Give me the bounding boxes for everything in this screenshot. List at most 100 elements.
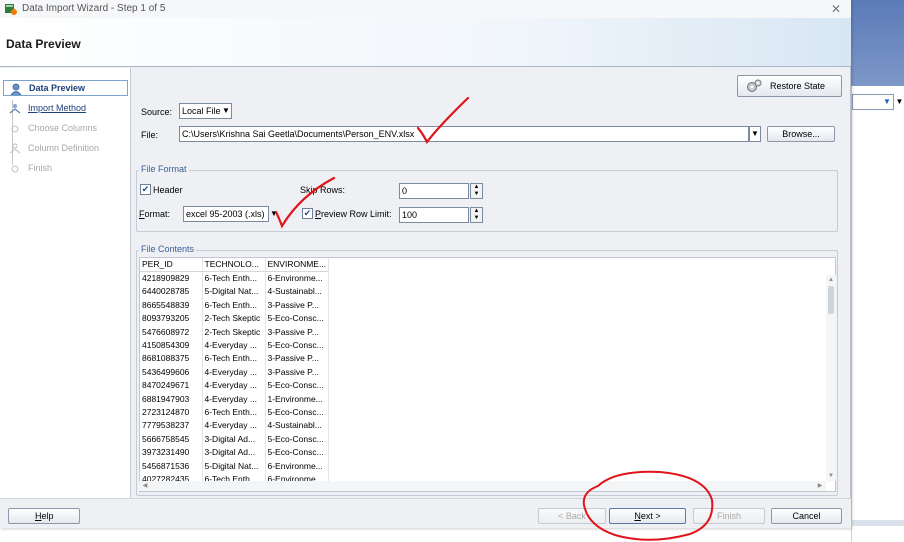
table-cell[interactable]: 5-Digital Nat...	[202, 284, 266, 299]
chevron-down-icon[interactable]: ▼	[895, 94, 904, 110]
header-label: Header	[153, 185, 183, 195]
table-row[interactable]: 8665548839 6-Tech Enth... 3-Passive P...	[140, 298, 329, 312]
browse-button[interactable]: Browse...	[767, 126, 835, 142]
table-cell[interactable]: 6881947903	[140, 391, 203, 406]
table-cell[interactable]: 5476608972	[140, 324, 203, 339]
table-cell[interactable]: 5456871536	[140, 458, 203, 473]
table-cell[interactable]: 4218909829	[140, 271, 203, 285]
table-cell[interactable]: 2723124870	[140, 405, 203, 419]
spinner-arrows-icon[interactable]: ▲ ▼	[470, 183, 483, 199]
table-row[interactable]: 5456871536 5-Digital Nat... 6-Environme...	[140, 458, 329, 473]
file-contents-table[interactable]: PER_ID TECHNOLO... ENVIRONME... 4218909829 6…	[139, 257, 836, 492]
table-cell[interactable]: 5666758545	[140, 432, 203, 446]
table-cell[interactable]: 4-Sustainabl...	[265, 418, 329, 433]
source-label: Source:	[141, 107, 173, 117]
table-cell[interactable]: 8681088375	[140, 351, 203, 366]
table-cell[interactable]: 3-Passive P...	[265, 351, 329, 366]
table-row[interactable]: 8093793205 2-Tech Skeptic 5-Eco-Consc...	[140, 311, 329, 325]
column-header[interactable]: PER_ID	[140, 258, 203, 272]
table-cell[interactable]: 3-Passive P...	[265, 365, 329, 379]
table-row[interactable]: 8470249671 4-Everyday ... 5-Eco-Consc...	[140, 378, 329, 392]
table-cell[interactable]: 4-Everyday ...	[202, 391, 266, 406]
close-icon[interactable]: ✕	[826, 1, 846, 17]
table-cell[interactable]: 5-Eco-Consc...	[265, 338, 329, 352]
table-cell[interactable]: 3973231490	[140, 445, 203, 459]
table-cell[interactable]: 5-Eco-Consc...	[265, 378, 329, 392]
table-cell[interactable]: 6440028785	[140, 284, 203, 299]
table-row[interactable]: 4218909829 6-Tech Enth... 6-Environme...	[140, 271, 329, 285]
column-header[interactable]: TECHNOLO...	[202, 258, 266, 272]
cancel-button[interactable]: Cancel	[771, 508, 842, 524]
table-row[interactable]: 5666758545 3-Digital Ad... 5-Eco-Consc...	[140, 432, 329, 446]
table-row[interactable]: 2723124870 6-Tech Enth... 5-Eco-Consc...	[140, 405, 329, 419]
step-data-preview[interactable]: Data Preview	[3, 80, 128, 96]
scrollbar-thumb[interactable]	[828, 286, 834, 314]
scroll-down-icon[interactable]: ▼	[826, 471, 836, 481]
table-cell[interactable]: 6-Tech Enth...	[202, 298, 266, 312]
table-cell[interactable]: 2-Tech Skeptic	[202, 324, 266, 339]
table-cell[interactable]: 7779538237	[140, 418, 203, 433]
table-row[interactable]: 6440028785 5-Digital Nat... 4-Sustainabl..…	[140, 284, 329, 299]
chevron-down-icon[interactable]: ▼	[220, 103, 232, 119]
table-row[interactable]: 8681088375 6-Tech Enth... 3-Passive P...	[140, 351, 329, 366]
table-cell[interactable]: 4150854309	[140, 338, 203, 352]
table-cell[interactable]: 4-Everyday ...	[202, 418, 266, 433]
table-cell[interactable]: 1-Environme...	[265, 391, 329, 406]
header-checkbox[interactable]: ✔	[140, 184, 151, 195]
background-app-header	[851, 0, 904, 86]
horizontal-scrollbar[interactable]	[139, 481, 826, 491]
table-cell[interactable]: 4-Everyday ...	[202, 365, 266, 379]
spinner-arrows-icon[interactable]: ▲ ▼	[470, 207, 483, 223]
step-import-method[interactable]: Import Method	[3, 101, 128, 117]
file-label: File:	[141, 130, 159, 140]
table-cell[interactable]: 8665548839	[140, 298, 203, 312]
table-row[interactable]: 5476608972 2-Tech Skeptic 3-Passive P...	[140, 324, 329, 339]
file-contents-title: File Contents	[139, 244, 197, 254]
scroll-up-icon[interactable]: ▲	[826, 275, 836, 285]
table-cell[interactable]: 3-Passive P...	[265, 324, 329, 339]
table-cell[interactable]: 4-Everyday ...	[202, 378, 266, 392]
skip-rows-field[interactable]: 0	[399, 183, 469, 199]
table-cell[interactable]: 3-Digital Ad...	[202, 432, 266, 446]
next-button[interactable]: Next >	[609, 508, 686, 524]
chevron-down-icon[interactable]: ▼	[880, 94, 894, 110]
scroll-right-icon[interactable]: ▶	[815, 481, 825, 491]
format-select[interactable]: excel 95-2003 (.xls)	[183, 206, 269, 222]
table-cell[interactable]: 6-Environme...	[265, 271, 329, 285]
step-column-definition: Column Definition	[3, 141, 128, 157]
table-cell[interactable]: 5436499606	[140, 365, 203, 379]
table-cell[interactable]: 6-Tech Enth...	[202, 351, 266, 366]
table-cell[interactable]: 8093793205	[140, 311, 203, 325]
table-cell[interactable]: 3-Digital Ad...	[202, 445, 266, 459]
table-row[interactable]: 7779538237 4-Everyday ... 4-Sustainabl...	[140, 418, 329, 433]
table-cell[interactable]: 5-Eco-Consc...	[265, 445, 329, 459]
table-cell[interactable]: 4-Everyday ...	[202, 338, 266, 352]
table-row[interactable]: 4150854309 4-Everyday ... 5-Eco-Consc...	[140, 338, 329, 352]
table-cell[interactable]: 6-Tech Enth...	[202, 271, 266, 285]
column-header[interactable]: ENVIRONME...	[265, 258, 329, 272]
chevron-down-icon[interactable]: ▼	[749, 126, 761, 142]
scroll-left-icon[interactable]: ◀	[140, 481, 150, 491]
help-button[interactable]: Help	[8, 508, 80, 524]
table-row[interactable]: 3973231490 3-Digital Ad... 5-Eco-Consc...	[140, 445, 329, 459]
table-cell[interactable]: 2-Tech Skeptic	[202, 311, 266, 325]
table-cell[interactable]: 6-Environme...	[265, 458, 329, 473]
table-cell[interactable]: 6-Tech Enth...	[202, 405, 266, 419]
table-header-row[interactable]: PER_ID TECHNOLO... ENVIRONME...	[140, 258, 329, 272]
table-cell[interactable]: 5-Digital Nat...	[202, 458, 266, 473]
file-path-field[interactable]: C:\Users\Krishna Sai Geetla\Documents\Pe…	[179, 126, 749, 142]
table-row[interactable]: 6881947903 4-Everyday ... 1-Environme...	[140, 391, 329, 406]
table-cell[interactable]: 5-Eco-Consc...	[265, 432, 329, 446]
step-pending-icon	[11, 165, 19, 173]
table-cell[interactable]: 8470249671	[140, 378, 203, 392]
step-link-icon	[9, 104, 21, 114]
table-row[interactable]: 5436499606 4-Everyday ... 3-Passive P...	[140, 365, 329, 379]
preview-limit-checkbox[interactable]: ✔	[302, 208, 313, 219]
table-cell[interactable]: 3-Passive P...	[265, 298, 329, 312]
table-cell[interactable]: 5-Eco-Consc...	[265, 405, 329, 419]
step-finish: Finish	[3, 161, 128, 177]
table-cell[interactable]: 4-Sustainabl...	[265, 284, 329, 299]
table-cell[interactable]: 5-Eco-Consc...	[265, 311, 329, 325]
preview-limit-field[interactable]: 100	[399, 207, 469, 223]
chevron-down-icon[interactable]: ▼	[268, 206, 280, 222]
